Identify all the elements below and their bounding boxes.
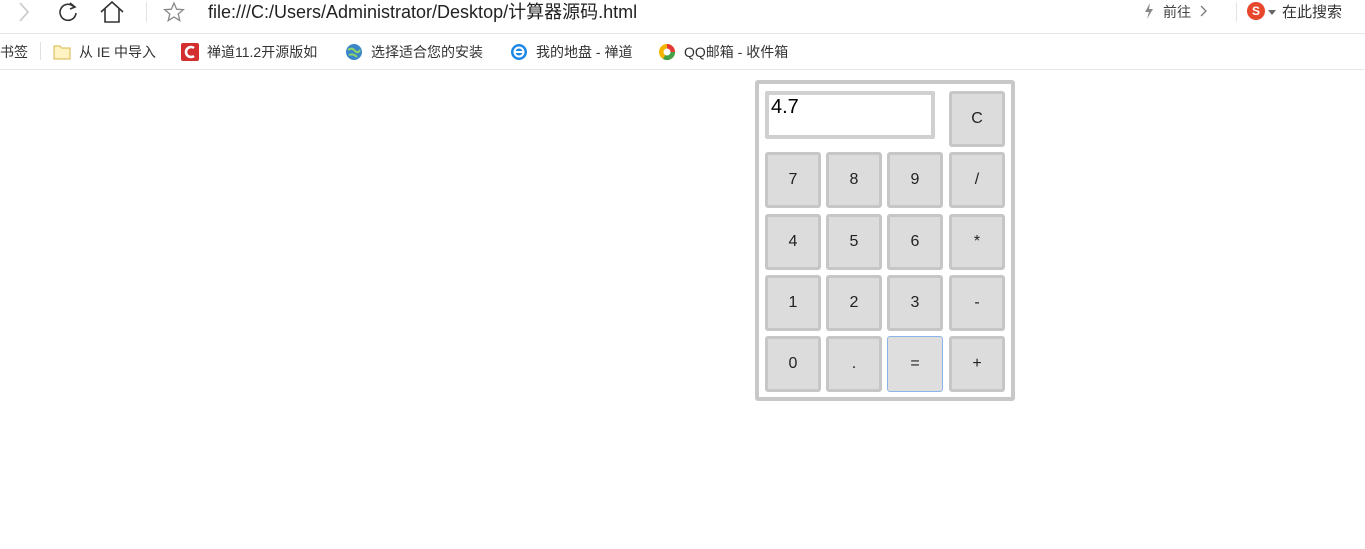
digit-0-key[interactable]: 0 [765,336,821,392]
clear-key[interactable]: C [949,91,1005,147]
home-icon[interactable] [98,0,126,24]
equals-key[interactable]: = [887,336,943,392]
sogou-logo-icon: S [1247,2,1265,20]
goto-button[interactable]: 前往 [1143,1,1207,23]
subtract-key[interactable]: - [949,275,1005,331]
calculator: 4.7 C 7 8 9 / 4 5 6 * 1 2 3 - 0 . = + [755,80,1015,401]
label-fade [481,34,495,69]
qqmail-icon [658,43,676,61]
folder-icon [53,43,71,61]
bookmark-label: QQ邮箱 - 收件箱 [684,43,789,60]
search-engine-button[interactable]: S 在此搜索 [1247,0,1342,22]
bookmarks-menu[interactable]: 书签 [0,34,28,69]
digit-9-key[interactable]: 9 [887,152,943,208]
toolbar-divider [146,2,147,22]
bookmark-zentao-my[interactable]: 我的地盘 - 禅道 [510,34,632,69]
bookmarks-bar: 书签 从 IE 中导入 禅道11.2开源版如 选择适合您的安装 我的地盘 - 禅… [0,34,1365,70]
calculator-display[interactable]: 4.7 [765,91,935,139]
bookmarks-divider [40,42,41,60]
digit-4-key[interactable]: 4 [765,214,821,270]
digit-2-key[interactable]: 2 [826,275,882,331]
label-fade [317,34,331,69]
decimal-key[interactable]: . [826,336,882,392]
bookmark-zentao-open[interactable]: 禅道11.2开源版如 [181,34,331,69]
address-bar: file:///C:/Users/Administrator/Desktop/计… [0,0,1365,34]
toolbar-divider [1236,2,1237,22]
bookmark-import-ie[interactable]: 从 IE 中导入 [53,34,156,69]
chevron-down-icon [1268,3,1276,20]
ie-icon [510,43,528,61]
digit-6-key[interactable]: 6 [887,214,943,270]
digit-8-key[interactable]: 8 [826,152,882,208]
bookmark-qqmail[interactable]: QQ邮箱 - 收件箱 [658,34,788,69]
add-key[interactable]: + [949,336,1005,392]
multiply-key[interactable]: * [949,214,1005,270]
star-icon[interactable] [162,0,186,24]
url-field[interactable]: file:///C:/Users/Administrator/Desktop/计… [208,1,637,23]
bookmark-label: 我的地盘 - 禅道 [536,43,633,60]
lightning-icon [1143,2,1155,23]
digit-3-key[interactable]: 3 [887,275,943,331]
forward-icon[interactable] [14,0,34,24]
chevron-right-icon [1199,4,1207,20]
bookmark-select-install[interactable]: 选择适合您的安装 [345,34,495,69]
digit-5-key[interactable]: 5 [826,214,882,270]
bookmark-label: 禅道11.2开源版如 [207,43,318,60]
digit-1-key[interactable]: 1 [765,275,821,331]
reload-icon[interactable] [55,0,81,24]
bookmark-label: 从 IE 中导入 [79,43,157,60]
digit-7-key[interactable]: 7 [765,152,821,208]
bookmark-label: 书签 [0,43,28,60]
search-label: 在此搜索 [1282,3,1343,21]
globe-icon [345,43,363,61]
bookmark-label: 选择适合您的安装 [371,43,483,60]
divide-key[interactable]: / [949,152,1005,208]
zentao-icon [181,42,199,61]
goto-label: 前往 [1163,4,1191,20]
